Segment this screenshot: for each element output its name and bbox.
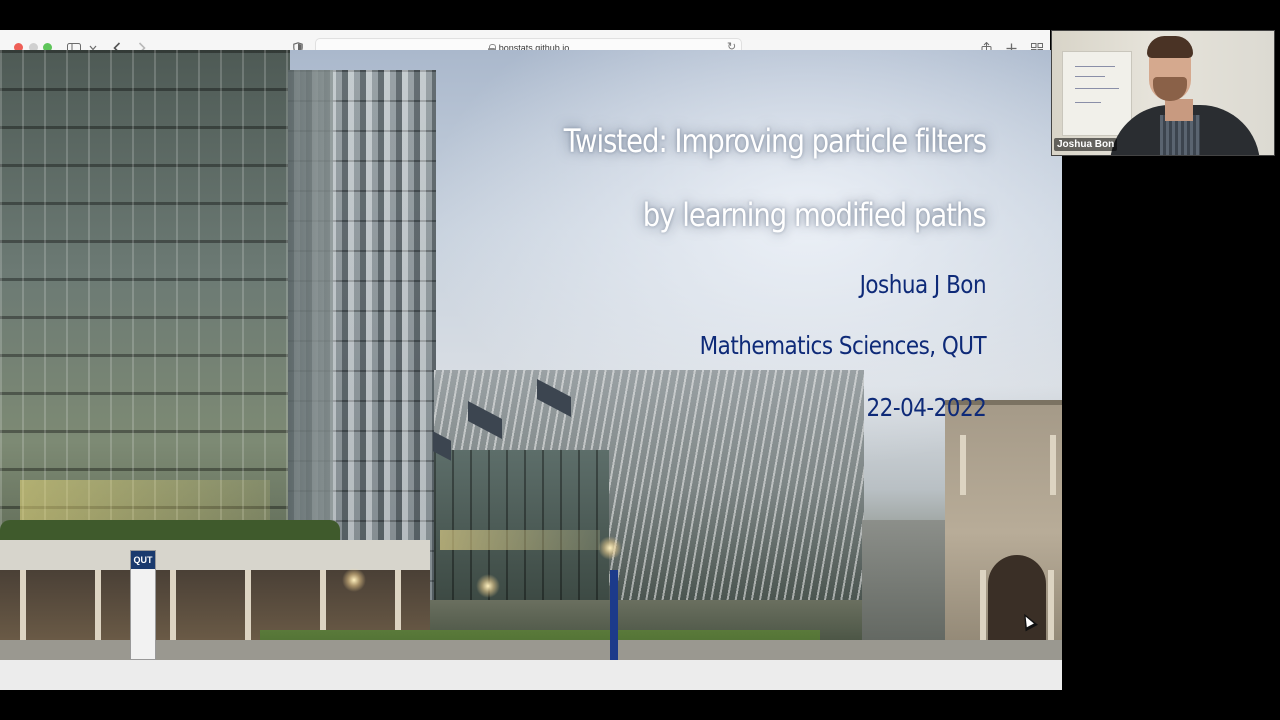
speaker-shirt — [1160, 115, 1200, 155]
speaker-hair — [1147, 36, 1193, 58]
colonnade-column — [245, 570, 251, 640]
slide-title-line-1: Twisted: Improving particle filters — [563, 122, 987, 160]
slide-date: 22-04-2022 — [866, 393, 986, 422]
lamp-post — [610, 570, 618, 660]
heritage-column — [1048, 570, 1054, 650]
background-photo-plaza — [0, 640, 1062, 660]
speaker-neck — [1165, 99, 1193, 121]
whiteboard — [1062, 51, 1132, 136]
colonnade-column — [20, 570, 26, 640]
heritage-column — [1050, 435, 1056, 495]
slide-affiliation: Mathematics Sciences, QUT — [699, 331, 986, 360]
webcam-name-label: Joshua Bon — [1054, 138, 1118, 151]
qut-sign: QUT — [130, 550, 156, 660]
slide-title-line-2: by learning modified paths — [643, 196, 987, 234]
background-photo-colonnade — [0, 540, 430, 570]
browser-bottom-edge — [0, 660, 1062, 690]
colonnade-column — [95, 570, 101, 640]
lamp-light — [476, 574, 500, 598]
speaker-beard — [1153, 77, 1187, 101]
background-photo-right-building — [862, 520, 952, 660]
background-photo-center-glass — [434, 450, 609, 600]
background-photo-lights — [440, 530, 600, 550]
slide[interactable]: QUT Twisted: Improving particle filters … — [0, 50, 1062, 660]
heritage-column — [960, 435, 966, 495]
slide-author: Joshua J Bon — [859, 270, 987, 299]
lamp-light — [342, 568, 366, 592]
qut-sign-logo: QUT — [131, 551, 155, 569]
lamp-light — [598, 536, 622, 560]
heritage-column — [980, 570, 986, 650]
webcam-video: Joshua Bon — [1051, 30, 1275, 156]
colonnade-column — [170, 570, 176, 640]
